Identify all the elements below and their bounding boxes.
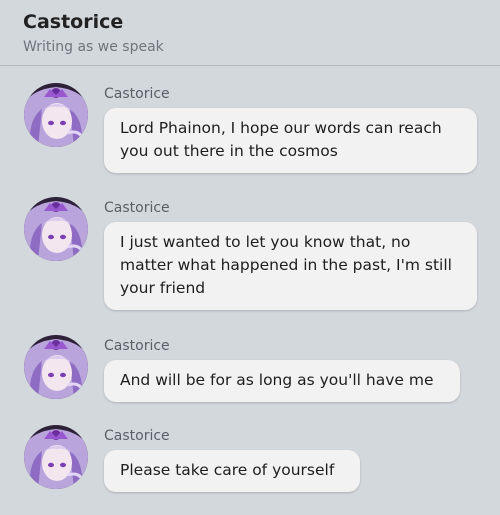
- chat-header: Castorice Writing as we speak: [0, 0, 500, 66]
- sender-name: Castorice: [104, 338, 170, 354]
- sender-name: Castorice: [104, 86, 170, 102]
- avatar[interactable]: [24, 197, 88, 261]
- message-bubble: I just wanted to let you know that, no m…: [104, 222, 477, 310]
- avatar[interactable]: [24, 83, 88, 147]
- typing-status: Writing as we speak: [23, 39, 164, 55]
- message-bubble: And will be for as long as you'll have m…: [104, 360, 460, 402]
- avatar[interactable]: [24, 425, 88, 489]
- chat-title: Castorice: [23, 11, 124, 33]
- castorice-avatar-icon: [24, 197, 88, 261]
- message-list: Castorice Lord Phainon, I hope our words…: [0, 67, 500, 515]
- sender-name: Castorice: [104, 428, 170, 444]
- castorice-avatar-icon: [24, 425, 88, 489]
- castorice-avatar-icon: [24, 335, 88, 399]
- castorice-avatar-icon: [24, 83, 88, 147]
- message-bubble: Please take care of yourself: [104, 450, 360, 492]
- sender-name: Castorice: [104, 200, 170, 216]
- message-bubble: Lord Phainon, I hope our words can reach…: [104, 108, 477, 173]
- avatar[interactable]: [24, 335, 88, 399]
